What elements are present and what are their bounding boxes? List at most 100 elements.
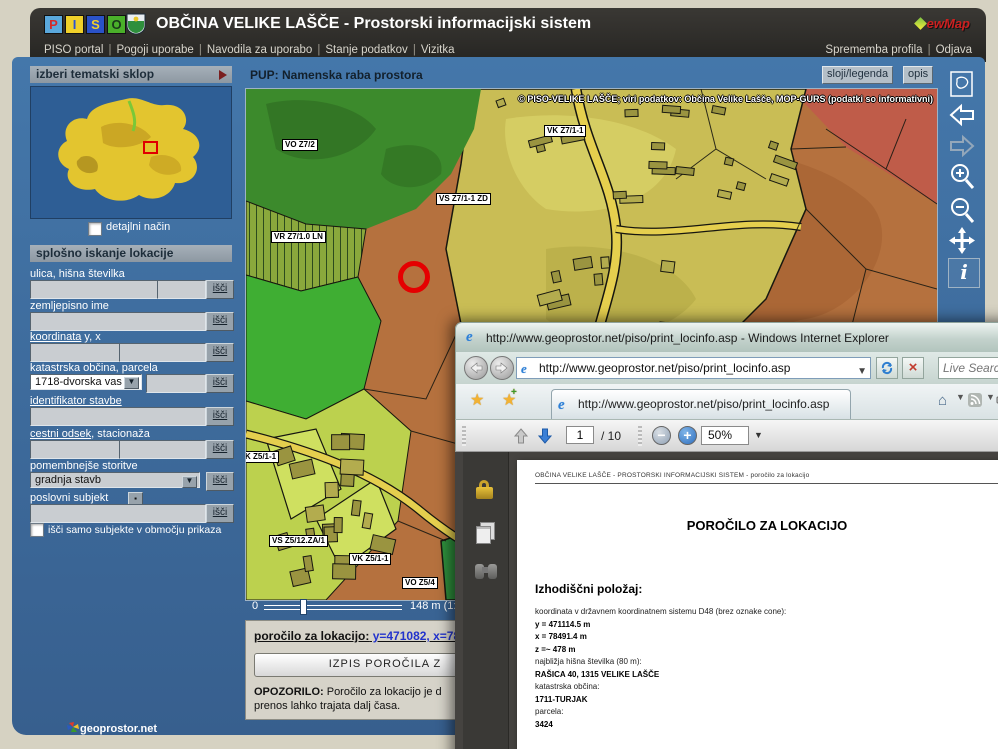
ie-titlebar[interactable]: e http://www.geoprostor.net/piso/print_l… [455, 322, 998, 352]
home-icon[interactable]: ⌂ [938, 392, 947, 409]
ie-address-bar: e http://www.geoprostor.net/piso/print_l… [455, 352, 998, 384]
pan-icon[interactable] [948, 226, 976, 254]
toolbar-grip [462, 426, 466, 446]
road-section-link[interactable]: cestni odsek [30, 428, 91, 440]
geoprostor-logo[interactable]: geoprostor.net [66, 722, 157, 735]
zoom-slider-track[interactable] [264, 605, 402, 610]
zoom-level-field[interactable]: 50% [701, 426, 749, 445]
chevron-down-icon[interactable]: ▼ [124, 377, 139, 389]
cadastre-select[interactable]: 1718-dvorska vas▼ [30, 374, 142, 390]
parcel-input[interactable] [146, 374, 206, 393]
zoom-slider-handle[interactable] [300, 599, 307, 615]
services-search-button[interactable]: išči [206, 472, 234, 491]
zoom-out-button[interactable]: − [652, 426, 671, 445]
street-search-button[interactable]: išči [206, 280, 234, 299]
services-select[interactable]: gradnja stavb▼ [30, 472, 200, 488]
expand-arrow-icon [219, 70, 227, 80]
forward-arrow-icon[interactable] [948, 134, 976, 162]
doc-line: parcela: [535, 706, 786, 719]
previous-page-icon[interactable] [512, 427, 530, 450]
nav-separator: | [199, 44, 202, 56]
logo-tile-p: P [44, 15, 63, 34]
map-tool-column: i [938, 62, 985, 342]
nav-sprememba-profila[interactable]: Sprememba profila [825, 44, 922, 56]
live-search-input[interactable] [939, 358, 998, 378]
coordinate-link[interactable]: koordinata [30, 331, 81, 343]
page-title: OBČINA VELIKE LAŠČE - Prostorski informa… [156, 15, 591, 33]
report-warning: OPOZORILO: Poročilo za lokacijo je dpren… [254, 685, 485, 713]
nav-odjava[interactable]: Odjava [936, 44, 972, 56]
doc-line: koordinata v državnem koordinatnem siste… [535, 606, 786, 619]
geoname-search-button[interactable]: išči [206, 312, 234, 331]
nav-pogoji-uporabe[interactable]: Pogoji uporabe [116, 44, 193, 56]
tab-favicon: e [558, 391, 565, 419]
zoom-dropdown-icon[interactable]: ▼ [754, 430, 763, 440]
doc-line: RAŠICA 40, 1315 VELIKE LAŠČE [535, 669, 786, 682]
report-coordinates[interactable]: y=471082, x=78 [369, 629, 460, 643]
doc-line: y = 471114.5 m [535, 619, 786, 632]
rss-dropdown-icon[interactable]: ▼ [986, 392, 995, 402]
doc-line: 1711-TURJAK [535, 694, 786, 707]
building-id-input[interactable] [30, 407, 206, 426]
pages-panel-icon[interactable] [476, 522, 496, 544]
print-report-button[interactable]: IZPIS POROČILA Z [254, 653, 485, 677]
full-extent-icon[interactable] [948, 70, 976, 98]
map-zone-label: VK Z7/1-1 [544, 125, 586, 137]
nav-vizitka[interactable]: Vizitka [421, 44, 455, 56]
ie-tab[interactable]: e http://www.geoprostor.net/piso/print_l… [551, 389, 851, 419]
ie-back-button[interactable] [464, 356, 488, 380]
ie-forward-button[interactable] [490, 356, 514, 380]
coordinate-x-input[interactable] [119, 343, 206, 362]
chevron-down-icon[interactable]: ▼ [182, 476, 197, 488]
back-arrow-icon[interactable] [948, 103, 976, 131]
business-input[interactable] [30, 504, 206, 523]
map-zone-label: VK Z5/1-1 [349, 553, 391, 565]
page-number-input[interactable] [566, 426, 594, 444]
pdf-toolbar: / 10 − + 50% ▼ [455, 420, 998, 452]
street-label: ulica, hišna številka [30, 268, 125, 280]
theme-select-header[interactable]: izberi tematski sklop [30, 66, 232, 83]
refresh-button[interactable] [876, 357, 898, 379]
doc-line: 3424 [535, 719, 786, 732]
building-id-link[interactable]: identifikator stavbe [30, 395, 122, 407]
favorites-star-icon[interactable]: ★ [470, 390, 484, 410]
road-chainage-input[interactable] [119, 440, 206, 459]
next-page-icon[interactable] [536, 427, 554, 450]
stop-button[interactable]: × [902, 357, 924, 379]
house-number-input[interactable] [157, 280, 206, 299]
home-dropdown-icon[interactable]: ▼ [956, 392, 965, 402]
nav-navodila[interactable]: Navodila za uporabo [207, 44, 313, 56]
layers-legend-button[interactable]: sloji/legenda [822, 66, 893, 84]
doc-header-rule [535, 483, 998, 484]
overview-map[interactable] [30, 86, 232, 219]
zoom-in-icon[interactable] [948, 162, 976, 190]
road-section-input[interactable] [30, 440, 120, 459]
info-tool-icon[interactable]: i [948, 258, 980, 288]
url-dropdown-icon[interactable]: ▼ [857, 362, 867, 379]
search-binoculars-icon[interactable] [475, 564, 497, 580]
cadastre-search-button[interactable]: išči [206, 374, 234, 393]
detail-mode-checkbox[interactable] [88, 222, 102, 236]
zoom-in-button[interactable]: + [678, 426, 697, 445]
geoname-input[interactable] [30, 312, 206, 331]
title-row: P I S O OBČINA VELIKE LAŠČE - Prostorski… [30, 8, 986, 42]
area-only-checkbox[interactable] [30, 523, 44, 537]
ewmap-logo: ewMap [916, 16, 970, 31]
street-input[interactable] [30, 280, 158, 299]
description-button[interactable]: opis [903, 66, 933, 84]
add-favorite-icon[interactable]: ★+ [502, 390, 516, 410]
ie-url-field[interactable]: e http://www.geoprostor.net/piso/print_l… [516, 357, 871, 379]
coordinate-search-button[interactable]: išči [206, 343, 234, 362]
road-search-button[interactable]: išči [206, 440, 234, 459]
report-title-line: poročilo za lokacijo: y=471082, x=78 [254, 629, 476, 643]
building-search-button[interactable]: išči [206, 407, 234, 426]
coordinate-y-input[interactable] [30, 343, 120, 362]
geoprostor-pinwheel-icon [66, 722, 80, 733]
cadastre-label: katastrska občina, parcela [30, 362, 158, 374]
zoom-out-icon[interactable] [948, 196, 976, 224]
nav-piso-portal[interactable]: PISO portal [44, 44, 103, 56]
live-search-box[interactable] [938, 357, 998, 379]
rss-icon[interactable] [968, 393, 982, 412]
business-search-button[interactable]: išči [206, 504, 234, 523]
nav-stanje-podatkov[interactable]: Stanje podatkov [325, 44, 407, 56]
